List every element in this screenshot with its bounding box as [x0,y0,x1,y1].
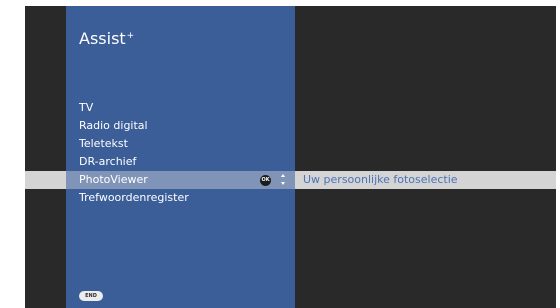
menu-item-dr-archief[interactable]: DR-archief [25,153,556,171]
arrow-up-icon [281,174,285,177]
up-down-arrows-icon [281,173,287,187]
menu-title: Assist+ [79,26,134,49]
menu-item-trefwoordenregister[interactable]: Trefwoordenregister [25,189,556,207]
menu-item-label: Trefwoordenregister [79,191,189,204]
menu-title-text: Assist [79,29,126,48]
end-button-icon[interactable]: END [79,291,103,301]
ok-button-icon: OK [260,175,271,186]
menu-title-plus: + [126,31,135,41]
menu-item-teletekst[interactable]: Teletekst [25,135,556,153]
tv-screen: Assist+ TV Radio digital Teletekst DR-ar… [25,6,556,308]
menu-item-label: Teletekst [79,137,128,150]
menu-item-label: Radio digital [79,119,148,132]
arrow-down-icon [281,182,285,185]
menu-item-label: TV [79,101,94,114]
item-description: Uw persoonlijke fotoselectie [303,173,458,186]
menu-item-tv[interactable]: TV [25,99,556,117]
menu-item-label: PhotoViewer [79,173,148,186]
menu-item-radio-digital[interactable]: Radio digital [25,117,556,135]
menu-list: TV Radio digital Teletekst DR-archief Ph… [25,99,556,207]
menu-item-label: DR-archief [79,155,137,168]
menu-item-photoviewer[interactable]: PhotoViewer OK Uw persoonlijke fotoselec… [25,171,556,189]
